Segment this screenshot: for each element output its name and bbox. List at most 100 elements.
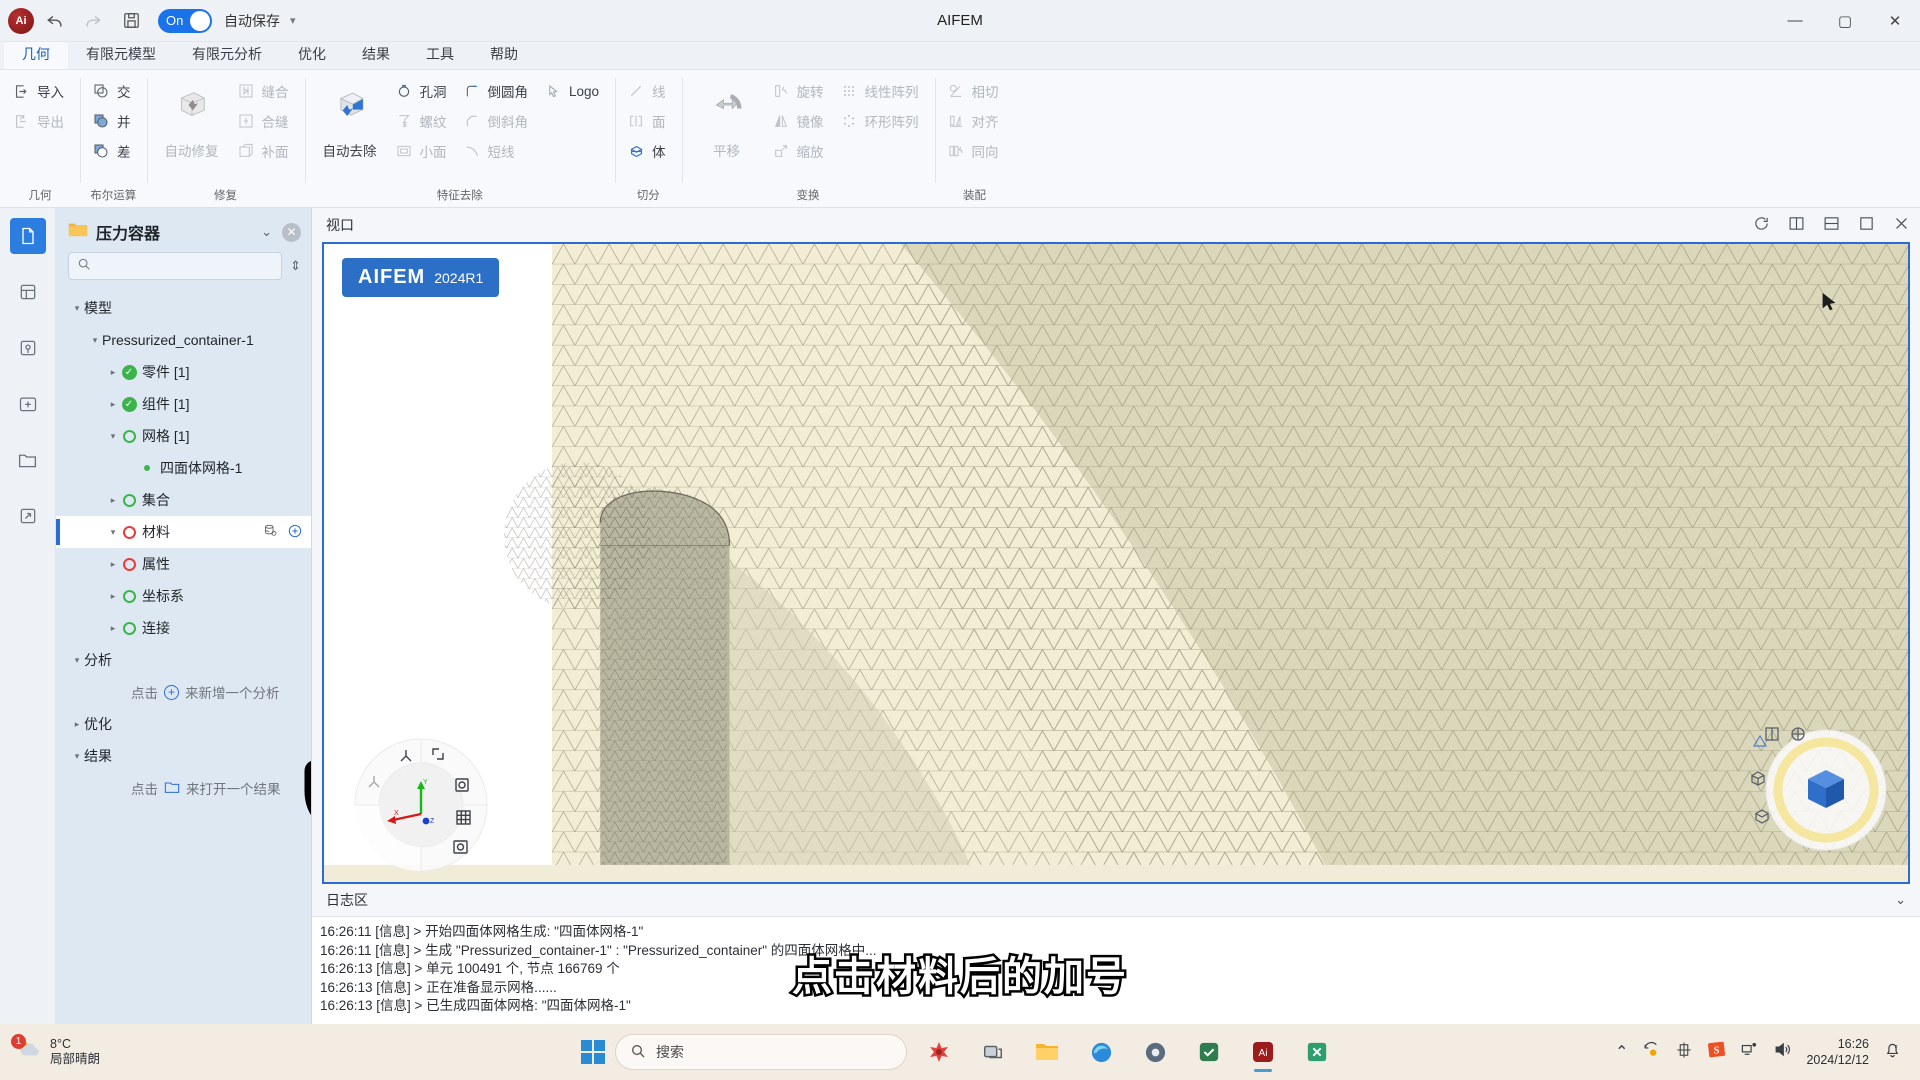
task-switcher-icon[interactable] bbox=[971, 1031, 1015, 1073]
same-direction-button[interactable]: 同向 bbox=[941, 136, 1009, 166]
tab-tools[interactable]: 工具 bbox=[408, 41, 472, 69]
taskbar-clock[interactable]: 16:26 2024/12/12 bbox=[1806, 1036, 1869, 1068]
chevron-right-icon[interactable]: ▸ bbox=[106, 559, 120, 570]
close-button[interactable]: ✕ bbox=[1870, 0, 1920, 42]
tree-node-connections[interactable]: ▸ 连接 bbox=[56, 612, 311, 644]
taskview-icon[interactable] bbox=[917, 1031, 961, 1073]
chevron-down-icon[interactable]: ▾ bbox=[106, 431, 120, 442]
chevron-right-icon[interactable]: ▸ bbox=[106, 623, 120, 634]
chevron-right-icon[interactable]: ▸ bbox=[106, 399, 120, 410]
maximize-button[interactable]: ▢ bbox=[1820, 0, 1870, 42]
chevron-up-icon[interactable]: ⌃ bbox=[1615, 1042, 1628, 1062]
minimize-button[interactable]: — bbox=[1770, 0, 1820, 42]
auto-repair-button[interactable]: 自动修复 bbox=[153, 76, 231, 160]
taskbar-search[interactable]: 搜索 bbox=[615, 1034, 907, 1070]
settings-icon[interactable] bbox=[1133, 1031, 1177, 1073]
tree-node-model[interactable]: ▾ 模型 bbox=[56, 292, 311, 324]
chevron-right-icon[interactable]: ▸ bbox=[106, 367, 120, 378]
undo-icon[interactable] bbox=[38, 4, 72, 38]
chevron-down-icon[interactable]: ▾ bbox=[70, 751, 84, 762]
tab-geometry[interactable]: 几何 bbox=[4, 41, 68, 69]
thread-button[interactable]: 螺纹 bbox=[389, 106, 457, 136]
rail-image-icon[interactable] bbox=[10, 330, 46, 366]
tree-node-analysis[interactable]: ▾ 分析 bbox=[56, 644, 311, 676]
add-material-button[interactable] bbox=[287, 523, 303, 542]
network-icon[interactable] bbox=[1740, 1040, 1759, 1064]
tree-node-properties[interactable]: ▸ 属性 bbox=[56, 548, 311, 580]
export-button[interactable]: 导出 bbox=[6, 106, 74, 136]
chevron-down-icon[interactable]: ▾ bbox=[290, 14, 296, 27]
3d-viewport[interactable]: AIFEM 2024R1 bbox=[322, 242, 1910, 884]
tree-node-material[interactable]: ▾ 材料 bbox=[56, 516, 311, 548]
save-icon[interactable] bbox=[114, 4, 148, 38]
chevron-right-icon[interactable]: ▸ bbox=[106, 591, 120, 602]
open-result-hint[interactable]: 点击 来打开一个结果 bbox=[56, 772, 311, 804]
boolean-subtract-button[interactable]: 差 bbox=[86, 136, 141, 166]
search-box[interactable] bbox=[68, 252, 282, 280]
add-circle-icon[interactable]: + bbox=[164, 685, 179, 700]
rail-layers-icon[interactable] bbox=[10, 274, 46, 310]
tree-node-optimization[interactable]: ▸ 优化 bbox=[56, 708, 311, 740]
autosave-toggle[interactable]: On bbox=[158, 9, 212, 33]
chevron-down-icon[interactable]: ▾ bbox=[106, 527, 120, 538]
tree-node-sets[interactable]: ▸ 集合 bbox=[56, 484, 311, 516]
chevron-down-icon[interactable]: ▾ bbox=[70, 303, 84, 314]
aifem-logo-icon[interactable]: Ai bbox=[8, 8, 34, 34]
volume-icon[interactable] bbox=[1773, 1040, 1792, 1064]
sort-icon[interactable]: ⇕ bbox=[290, 258, 301, 274]
sync-icon[interactable] bbox=[1642, 1040, 1661, 1064]
close-icon[interactable]: ✕ bbox=[282, 223, 301, 242]
windows-start-icon[interactable] bbox=[581, 1040, 605, 1064]
tree-node-results[interactable]: ▾ 结果 bbox=[56, 740, 311, 772]
rail-folder-icon[interactable] bbox=[10, 442, 46, 478]
split-horizontal-icon[interactable] bbox=[1823, 215, 1840, 235]
ime-chinese-icon[interactable] bbox=[1675, 1041, 1693, 1064]
boolean-intersect-button[interactable]: 交 bbox=[86, 76, 141, 106]
fillet-button[interactable]: 倒圆角 bbox=[457, 76, 539, 106]
tree-node-parts[interactable]: ▸ ✓ 零件 [1] bbox=[56, 356, 311, 388]
align-button[interactable]: 对齐 bbox=[941, 106, 1009, 136]
search-input[interactable] bbox=[97, 259, 273, 274]
short-edge-button[interactable]: 短线 bbox=[457, 136, 539, 166]
tab-fe-model[interactable]: 有限元模型 bbox=[68, 41, 174, 69]
chevron-right-icon[interactable]: ▸ bbox=[106, 495, 120, 506]
tab-optimization[interactable]: 优化 bbox=[280, 41, 344, 69]
view-cube-widget[interactable] bbox=[1748, 712, 1898, 862]
refresh-icon[interactable] bbox=[1753, 215, 1770, 235]
chevron-down-icon[interactable]: ▾ bbox=[88, 335, 102, 346]
circular-pattern-button[interactable]: 环形阵列 bbox=[834, 106, 929, 136]
tree-node-assemblies[interactable]: ▸ ✓ 组件 [1] bbox=[56, 388, 311, 420]
tab-fe-analysis[interactable]: 有限元分析 bbox=[174, 41, 280, 69]
chevron-down-icon[interactable]: ⌄ bbox=[1895, 892, 1906, 908]
mesh-render-canvas[interactable] bbox=[324, 244, 1908, 865]
logo-button[interactable]: Logo bbox=[538, 76, 609, 106]
boolean-union-button[interactable]: 并 bbox=[86, 106, 141, 136]
notification-bell-icon[interactable]: z bbox=[1883, 1040, 1902, 1064]
sogou-icon[interactable]: S bbox=[1707, 1040, 1726, 1064]
linear-pattern-button[interactable]: 线性阵列 bbox=[834, 76, 929, 106]
translate-button[interactable]: 平移 bbox=[688, 76, 766, 160]
tree-node-mesh[interactable]: ▾ 网格 [1] bbox=[56, 420, 311, 452]
material-database-icon[interactable] bbox=[263, 523, 278, 541]
mirror-button[interactable]: 镜像 bbox=[766, 106, 834, 136]
stitch-button[interactable]: 缝合 bbox=[231, 76, 299, 106]
chamfer-button[interactable]: 倒斜角 bbox=[457, 106, 539, 136]
weather-widget[interactable]: 1 8°C 局部晴朗 bbox=[16, 1037, 100, 1067]
tree-node-pressurized-container[interactable]: ▾ Pressurized_container-1 bbox=[56, 324, 311, 356]
patch-face-button[interactable]: 补面 bbox=[231, 136, 299, 166]
view-navigation-wheel[interactable]: Y X Z bbox=[352, 736, 490, 874]
chevron-down-icon[interactable]: ▾ bbox=[70, 655, 84, 666]
split-face-button[interactable]: 面 bbox=[621, 106, 676, 136]
todo-app-icon[interactable] bbox=[1187, 1031, 1231, 1073]
hole-button[interactable]: 孔洞 bbox=[389, 76, 457, 106]
split-line-button[interactable]: 线 bbox=[621, 76, 676, 106]
merge-seam-button[interactable]: 合缝 bbox=[231, 106, 299, 136]
rail-export-box-icon[interactable] bbox=[10, 498, 46, 534]
tree-node-tet-mesh-1[interactable]: 四面体网格-1 bbox=[56, 452, 311, 484]
chevron-down-icon[interactable]: ⌄ bbox=[261, 224, 272, 240]
tree-node-coordinate-system[interactable]: ▸ 坐标系 bbox=[56, 580, 311, 612]
open-folder-icon[interactable] bbox=[164, 780, 180, 797]
aifem-app-icon[interactable]: Ai bbox=[1241, 1031, 1285, 1073]
editor-app-icon[interactable] bbox=[1295, 1031, 1339, 1073]
tab-results[interactable]: 结果 bbox=[344, 41, 408, 69]
